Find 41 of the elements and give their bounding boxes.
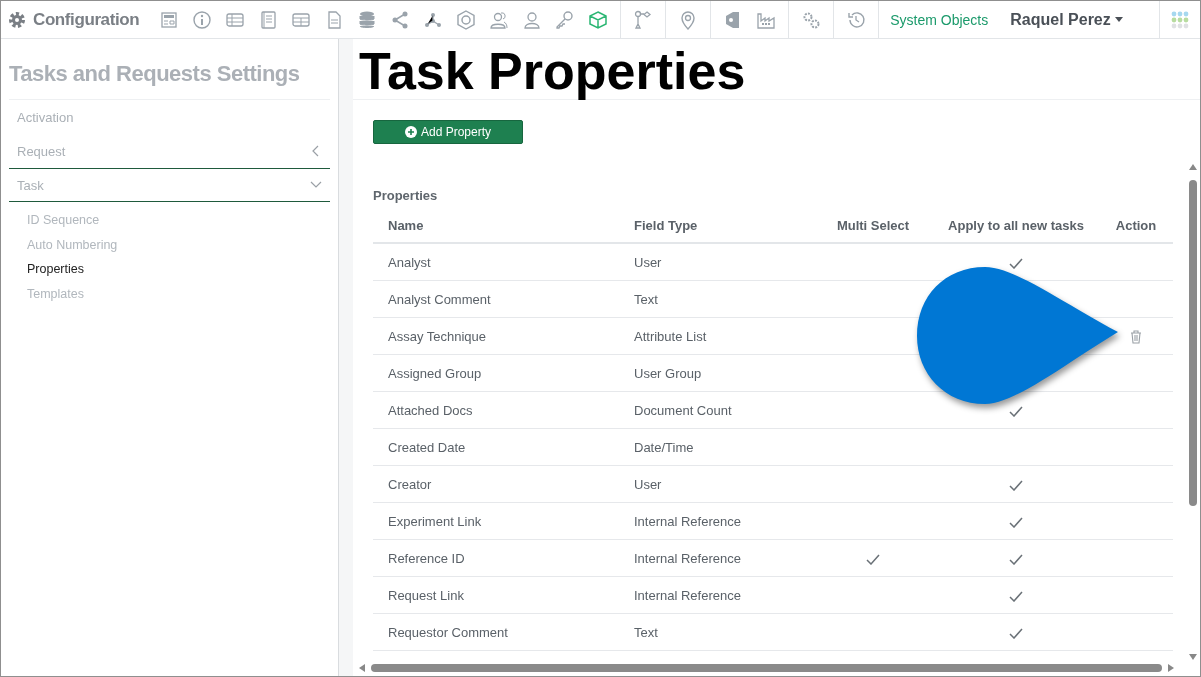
table-cell: User Group	[619, 354, 813, 392]
page-title: Task Properties	[353, 39, 1200, 100]
table-cell: Requestor Comment	[373, 613, 619, 651]
sidebar-item[interactable]: Activation	[9, 100, 330, 134]
sidebar-item[interactable]: Task	[9, 168, 330, 202]
sidebar-subitem[interactable]: ID Sequence	[27, 208, 100, 233]
table-cell: Created Date	[373, 428, 619, 466]
column-header: Field Type	[619, 209, 813, 243]
section-heading: Properties	[373, 187, 439, 205]
table-cell: Attached Docs	[373, 391, 619, 429]
sidebar-subitem[interactable]: Auto Numbering	[27, 232, 118, 257]
table-cell: Assigned Group	[373, 354, 619, 392]
table-cell: Creator	[373, 465, 619, 503]
table-cell: Text	[619, 613, 813, 651]
sidebar-subitem[interactable]: Templates	[27, 281, 84, 306]
table-cell: Date/Time	[619, 428, 813, 466]
column-header: Apply to all new tasks	[933, 209, 1099, 243]
system-objects-link[interactable]: System Objects	[880, 11, 1005, 28]
table-cell: User	[619, 465, 813, 503]
sidebar-subitem[interactable]: Properties	[27, 257, 84, 282]
table-cell: Internal Reference	[619, 576, 813, 614]
column-header: Multi Select	[813, 209, 933, 243]
table-cell: Experiment Link	[373, 502, 619, 540]
user-menu[interactable]: Raquel Perez	[1004, 9, 1135, 30]
add-property-button[interactable]: Add Property	[373, 120, 523, 144]
table-cell: Attribute List	[619, 317, 813, 355]
table-cell: Assay Technique	[373, 317, 619, 355]
table-cell: Analyst Comment	[373, 280, 619, 318]
column-header: Name	[373, 209, 619, 243]
table-cell: User	[619, 243, 813, 281]
table-cell: Analyst	[373, 243, 619, 281]
table-cell: Document Count	[619, 391, 813, 429]
app-title: Configuration	[33, 9, 140, 30]
table-cell: Text	[619, 280, 813, 318]
sidebar-title: Tasks and Requests Settings	[9, 39, 330, 100]
table-cell: Internal Reference	[619, 539, 813, 577]
table-cell: Internal Reference	[619, 502, 813, 540]
table-cell: Reference ID	[373, 539, 619, 577]
table-cell: Request Link	[373, 576, 619, 614]
sidebar-item[interactable]: Request	[9, 134, 330, 168]
column-header: Action	[1099, 209, 1173, 243]
